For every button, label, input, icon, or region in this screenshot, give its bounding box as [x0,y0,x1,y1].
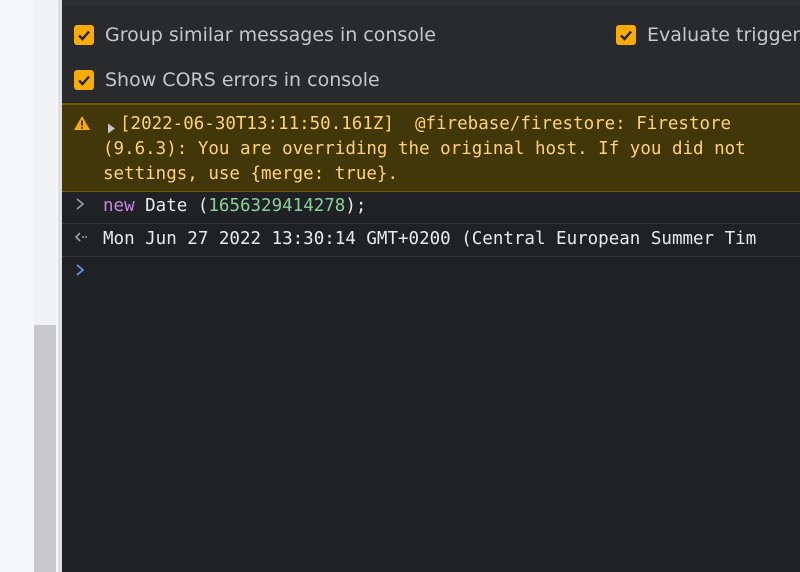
code-text: Date ( [134,196,209,216]
warning-text-line: settings, use {merge: true}. [103,164,399,184]
console-result-text: Mon Jun 27 2022 13:30:14 GMT+0200 (Centr… [103,229,757,249]
warning-icon [73,115,91,136]
checkbox-checked-icon[interactable] [616,25,636,45]
evaluate-triggers-label: Evaluate triggers [647,24,800,46]
checkbox-checked-icon[interactable] [74,70,94,90]
group-similar-label: Group similar messages in console [105,24,436,46]
devtools-console-panel: Group similar messages in console Evalua… [62,0,800,572]
console-result-entry: Mon Jun 27 2022 13:30:14 GMT+0200 (Centr… [62,226,800,257]
console-settings-pane: Group similar messages in console Evalua… [62,0,800,102]
console-input-entry: new Date (1656329414278); [62,193,800,224]
settings-top-edge [62,0,800,6]
code-keyword: new [103,196,135,216]
warning-text-line: [2022-06-30T13:11:50.161Z] @firebase/fir… [120,114,732,134]
show-cors-setting[interactable]: Show CORS errors in console [74,69,380,91]
warning-text-line: (9.6.3): You are overriding the original… [103,139,746,159]
page-scrollbar-thumb[interactable] [34,325,56,572]
evaluate-triggers-setting[interactable]: Evaluate triggers [616,24,800,46]
code-tail: ); [345,196,367,216]
checkbox-checked-icon[interactable] [74,25,94,45]
group-similar-setting[interactable]: Group similar messages in console [74,24,436,46]
chevron-right-icon [74,196,86,216]
prompt-chevron-icon [74,262,86,282]
return-arrow-icon [74,229,88,249]
code-number: 1656329414278 [208,196,346,216]
triangle-right-icon[interactable] [107,121,116,139]
console-input-code[interactable]: new Date (1656329414278); [103,196,366,216]
show-cors-label: Show CORS errors in console [105,69,380,91]
console-warning-message: [2022-06-30T13:11:50.161Z] @firebase/fir… [62,103,800,192]
console-prompt[interactable] [62,259,800,289]
